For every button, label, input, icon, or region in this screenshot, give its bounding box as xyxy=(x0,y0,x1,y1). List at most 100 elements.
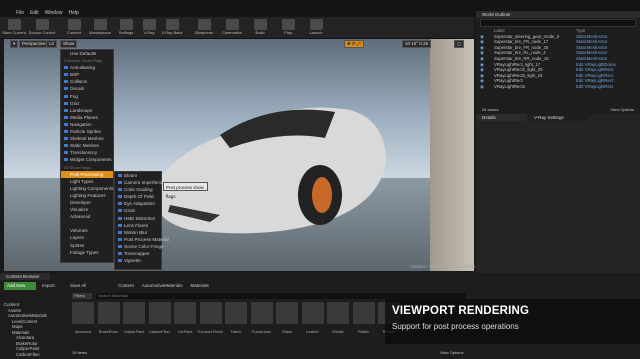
toolbar-button[interactable]: Settings xyxy=(114,18,138,38)
show-menu-item[interactable]: Skeletal Meshes xyxy=(61,135,113,142)
submenu-item[interactable]: Color Grading xyxy=(115,186,161,193)
submenu-item[interactable]: Camera Imperfections xyxy=(115,179,169,186)
crumb-content[interactable]: Content xyxy=(118,283,134,288)
show-menu-item[interactable]: Visualize xyxy=(61,206,113,213)
show-menu-item[interactable]: Sprites xyxy=(61,242,113,249)
transform-tools[interactable]: ✥ ⟳ ⤢ xyxy=(344,40,364,48)
material-thumbnail[interactable] xyxy=(123,302,145,324)
material-thumbnail[interactable] xyxy=(97,302,120,324)
folder-tree-item[interactable]: Materials xyxy=(12,330,29,335)
toolbar-button[interactable]: Save Current xyxy=(2,18,26,38)
material-thumbnail[interactable] xyxy=(72,302,94,324)
show-menu-item[interactable]: Collision xyxy=(61,78,113,85)
outliner-search[interactable] xyxy=(480,19,636,27)
menu-help[interactable]: Help xyxy=(68,10,78,16)
tab-vray-settings[interactable]: V-Ray Settings xyxy=(528,114,588,121)
toolbar-button[interactable]: V-Ray xyxy=(137,18,161,38)
import-button[interactable]: Import xyxy=(42,283,55,288)
material-thumbnail[interactable] xyxy=(301,302,324,324)
material-thumbnail[interactable] xyxy=(352,302,375,324)
show-button[interactable]: Show xyxy=(60,40,78,48)
show-menu-item[interactable]: Landscape xyxy=(61,107,113,114)
tab-content-browser[interactable]: Content Browser xyxy=(0,273,50,280)
folder-tree-item[interactable]: Maps xyxy=(12,324,23,329)
show-menu-item[interactable]: Media Planes xyxy=(61,114,113,121)
material-thumbnail[interactable] xyxy=(148,302,171,324)
show-menu-item[interactable]: Translucency xyxy=(61,149,113,156)
crumb-automotive[interactable]: AutomotiveMaterials xyxy=(142,283,183,288)
show-menu-item[interactable]: Advanced xyxy=(61,213,113,220)
toolbar-button[interactable]: Blueprints xyxy=(192,18,216,38)
toolbar-button[interactable]: Cinematics xyxy=(220,18,244,38)
submenu-item[interactable]: Eye Adaptation xyxy=(115,200,161,207)
folder-tree-item[interactable]: Alcantara xyxy=(16,335,34,340)
folder-tree-item[interactable]: Content xyxy=(4,302,19,307)
show-menu-item[interactable]: Navigation xyxy=(61,121,113,128)
folder-tree-item[interactable]: BrakeRotor xyxy=(16,341,38,346)
actor-type[interactable]: Edit VRayLightRect xyxy=(576,84,613,90)
toolbar-button[interactable]: Launch xyxy=(304,18,328,38)
submenu-item[interactable]: Lens Flares xyxy=(115,222,161,229)
viewport-options-button[interactable]: ▾ xyxy=(10,40,19,48)
crumb-materials[interactable]: Materials xyxy=(191,283,209,288)
show-menu-item[interactable]: Particle Sprites xyxy=(61,128,113,135)
show-menu-item[interactable] xyxy=(61,220,113,227)
material-thumbnail[interactable] xyxy=(276,302,298,324)
show-menu-item[interactable]: Grid xyxy=(61,100,113,107)
tab-details[interactable]: Details xyxy=(476,114,526,121)
toolbar-button[interactable]: Content xyxy=(62,18,86,38)
show-menu-item[interactable]: Anti-aliasing xyxy=(61,64,113,71)
toolbar-button[interactable]: V-Ray Bake xyxy=(160,18,184,38)
outliner-row[interactable]: ◉ VRayLightRect2 Edit VRayLightRect xyxy=(476,84,640,90)
submenu-item[interactable]: Motion Blur xyxy=(115,229,161,236)
submenu-item[interactable]: Tonemapper xyxy=(115,250,161,257)
folder-tree-item[interactable]: CarbonFiber xyxy=(16,352,40,357)
material-thumbnail[interactable] xyxy=(174,302,196,324)
show-menu-item[interactable]: Decals xyxy=(61,85,113,92)
show-menu-item[interactable]: Lighting Features xyxy=(61,192,113,199)
submenu-item[interactable]: Post Process Material xyxy=(115,236,169,243)
show-menu-item[interactable]: Layers xyxy=(61,234,113,241)
toolbar-button[interactable]: Build xyxy=(248,18,272,38)
material-thumbnail[interactable] xyxy=(250,302,273,324)
submenu-item[interactable]: HMD Distortion xyxy=(115,215,161,222)
show-menu-item[interactable]: Static Meshes xyxy=(61,142,113,149)
show-menu-item[interactable]: Foliage Types xyxy=(61,249,113,256)
submenu-item[interactable]: Vignette xyxy=(115,257,161,264)
show-menu-item[interactable]: Volumes xyxy=(61,227,113,234)
snap-settings[interactable]: 10 10° 0.25 xyxy=(402,40,432,48)
submenu-item[interactable]: Bloom xyxy=(115,172,161,179)
menu-edit[interactable]: Edit xyxy=(30,10,39,16)
show-menu-item[interactable]: Fog xyxy=(61,93,113,100)
save-all-button[interactable]: Save All xyxy=(70,283,86,288)
submenu-item[interactable]: Depth Of Field xyxy=(115,193,161,200)
show-menu-item[interactable]: Developer xyxy=(61,199,113,206)
show-menu-item[interactable]: Widget Components xyxy=(61,156,113,163)
menu-file[interactable]: File xyxy=(16,10,24,16)
folder-tree-item[interactable]: Assets xyxy=(8,308,21,313)
lit-button[interactable]: Lit xyxy=(46,40,57,48)
show-menu-item[interactable]: Use Defaults xyxy=(61,50,113,57)
menu-window[interactable]: Window xyxy=(45,10,63,16)
toolbar-button[interactable]: Play xyxy=(276,18,300,38)
content-view-options[interactable]: View Options xyxy=(440,350,464,355)
toolbar-button[interactable]: Source Control xyxy=(29,18,55,38)
folder-tree-item[interactable]: CaliperPaint xyxy=(16,346,39,351)
filters-button[interactable]: Filters xyxy=(72,293,92,299)
maximize-viewport-icon[interactable]: ▢ xyxy=(454,40,465,48)
perspective-button[interactable]: Perspective xyxy=(19,40,49,48)
submenu-item[interactable]: Scene Color Fringe xyxy=(115,243,164,250)
material-thumbnail[interactable] xyxy=(199,302,222,324)
toolbar-button[interactable]: Marketplace xyxy=(88,18,112,38)
material-thumbnail[interactable] xyxy=(225,302,247,324)
eye-icon[interactable]: ◉ xyxy=(480,84,494,90)
show-menu-item[interactable]: Lighting Components xyxy=(61,185,113,192)
view-options-button[interactable]: View Options xyxy=(611,107,635,112)
add-new-button[interactable]: Add New xyxy=(4,282,36,290)
folder-tree-item[interactable]: LevelContent xyxy=(12,319,37,324)
folder-tree-item[interactable]: AutomotiveMaterials xyxy=(8,313,47,318)
show-menu-item[interactable]: Post Processing xyxy=(61,170,113,178)
material-thumbnail[interactable] xyxy=(327,302,349,324)
show-menu-item[interactable]: BSP xyxy=(61,71,113,78)
show-menu-item[interactable]: Light Types xyxy=(61,178,113,185)
